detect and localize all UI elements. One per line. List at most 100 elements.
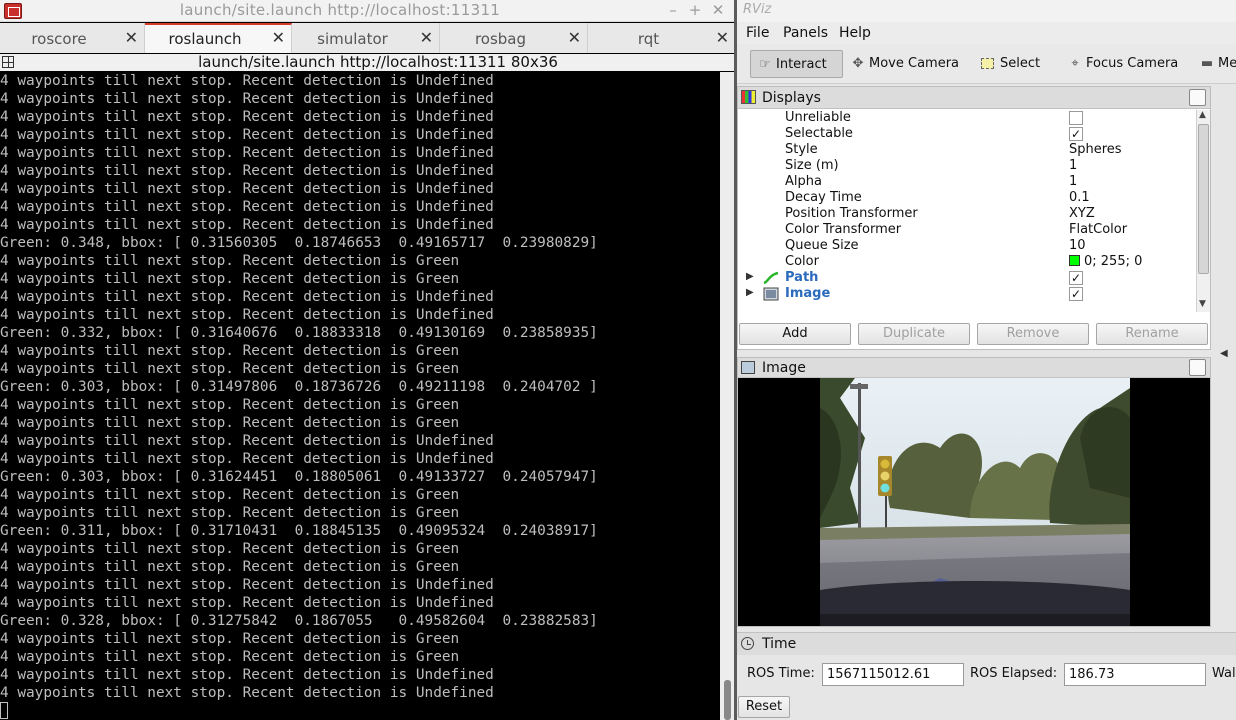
ros-elapsed-field[interactable]: 186.73 [1064,663,1206,686]
select-tool-button[interactable]: Select [975,50,1055,78]
menu-help[interactable]: Help [839,25,871,41]
property-row[interactable]: Queue Size 10 [738,238,1196,254]
terminal-line: 4 waypoints till next stop. Recent detec… [0,577,494,593]
menu-bar: File Panels Help [737,22,1236,44]
collapse-panel-icon[interactable]: ◀ [1220,348,1228,359]
display-item-image[interactable]: ▶ Image ✓ [738,286,1196,302]
terminal-line: 4 waypoints till next stop. Recent detec… [0,361,460,377]
terminal-line: 4 waypoints till next stop. Recent detec… [0,127,494,143]
add-button[interactable]: Add [739,323,851,345]
property-row[interactable]: Size (m) 1 [738,158,1196,174]
tab-close-icon[interactable]: ✕ [420,28,433,47]
menu-panels[interactable]: Panels [783,25,828,41]
tab-roslaunch[interactable]: roslaunch ✕ [145,23,292,53]
time-panel-title: Time [762,636,797,652]
property-value[interactable]: Spheres [1069,142,1122,157]
terminal-line: 4 waypoints till next stop. Recent detec… [0,649,460,665]
select-box-icon [981,58,994,69]
clock-icon [741,637,754,650]
image-panel-header: Image [738,358,1210,378]
tab-label: rqt [637,30,660,48]
reset-button[interactable]: Reset [738,696,790,718]
time-panel: Time ROS Time: 1567115012.61 ROS Elapsed… [737,632,1236,720]
property-row[interactable]: Position Transformer XYZ [738,206,1196,222]
menu-file[interactable]: File [746,25,769,41]
terminal-line: Green: 0.303, bbox: [ 0.31624451 0.18805… [0,469,598,485]
property-row[interactable]: Style Spheres [738,142,1196,158]
terminal-line: Green: 0.311, bbox: [ 0.31710431 0.18845… [0,523,598,539]
property-value[interactable]: XYZ [1069,206,1095,221]
property-value[interactable]: FlatColor [1069,222,1127,237]
tab-rqt[interactable]: rqt ✕ [588,23,736,53]
panel-undock-button[interactable] [1189,359,1206,376]
property-name: Style [785,142,818,157]
terminal-window-title: launch/site.launch http://localhost:1131… [179,1,501,19]
property-row[interactable]: Alpha 1 [738,174,1196,190]
rviz-window: RViz File Panels Help ☞ Interact ✥ Move … [737,0,1236,720]
terminal-line: 4 waypoints till next stop. Recent detec… [0,109,494,125]
ros-time-label: ROS Time: [747,666,815,681]
duplicate-button[interactable]: Duplicate [858,323,970,345]
property-row[interactable]: Color Transformer FlatColor [738,222,1196,238]
move-icon: ✥ [852,56,864,71]
scroll-up-icon[interactable]: ▲ [1199,110,1206,120]
property-value[interactable]: 1 [1069,174,1077,189]
ros-time-field[interactable]: 1567115012.61 [822,663,964,686]
display-enabled-checkbox[interactable]: ✓ [1069,287,1083,301]
interact-tool-button[interactable]: ☞ Interact [750,50,843,78]
tab-close-icon[interactable]: ✕ [568,28,581,47]
close-icon[interactable]: ✕ [709,1,727,19]
tool-label: Focus Camera [1086,56,1179,71]
scroll-down-icon[interactable]: ▼ [1199,299,1206,309]
terminal-line: Green: 0.328, bbox: [ 0.31275842 0.18670… [0,613,598,629]
property-value[interactable]: 10 [1069,238,1086,253]
path-icon [763,271,779,285]
terminal-line: 4 waypoints till next stop. Recent detec… [0,163,494,179]
tab-simulator[interactable]: simulator ✕ [292,23,440,53]
tab-close-icon[interactable]: ✕ [716,28,729,47]
tab-rosbag[interactable]: rosbag ✕ [440,23,588,53]
property-value[interactable]: 1 [1069,158,1077,173]
property-row[interactable]: Unreliable [738,110,1196,126]
tool-bar: ☞ Interact ✥ Move Camera Select ⌖ Focus … [737,44,1236,84]
rename-button[interactable]: Rename [1096,323,1208,345]
panel-undock-button[interactable] [1189,89,1206,106]
tab-label: roscore [31,30,87,48]
remove-button[interactable]: Remove [977,323,1089,345]
properties-scroll-thumb[interactable] [1198,124,1209,274]
focus-camera-tool-button[interactable]: ⌖ Focus Camera [1061,50,1191,78]
property-name: Position Transformer [785,206,918,221]
terminal-line: 4 waypoints till next stop. Recent detec… [0,667,494,683]
property-value[interactable]: 0.1 [1069,190,1090,205]
move-camera-tool-button[interactable]: ✥ Move Camera [844,50,968,78]
property-row[interactable]: Decay Time 0.1 [738,190,1196,206]
tab-close-icon[interactable]: ✕ [272,28,285,47]
property-checkbox[interactable]: ✓ [1069,127,1083,141]
terminal-lines: 4 waypoints till next stop. Recent detec… [0,72,598,702]
terminal-line: 4 waypoints till next stop. Recent detec… [0,685,494,701]
color-swatch [1069,255,1080,266]
terminal-line: 4 waypoints till next stop. Recent detec… [0,289,494,305]
terminal-output[interactable]: 4 waypoints till next stop. Recent detec… [0,72,720,720]
image-icon [763,287,779,301]
minimize-icon[interactable]: – [664,1,682,19]
property-value[interactable]: 0; 255; 0 [1069,254,1142,269]
expand-arrow-icon[interactable]: ▶ [746,287,754,298]
properties-scrollbar[interactable]: ▲ ▼ [1196,110,1210,312]
terminal-line: 4 waypoints till next stop. Recent detec… [0,145,494,161]
measure-tool-button[interactable]: ▬ Measure [1193,50,1236,78]
terminal-line: 4 waypoints till next stop. Recent detec… [0,397,460,413]
terminal-scroll-thumb[interactable] [724,680,731,720]
expand-arrow-icon[interactable]: ▶ [746,271,754,282]
tab-roscore[interactable]: roscore ✕ [0,23,145,53]
tab-close-icon[interactable]: ✕ [125,28,138,47]
property-row[interactable]: Selectable ✓ [738,126,1196,142]
property-name: Queue Size [785,238,859,253]
rviz-window-title: RViz [743,2,772,17]
terminal-tab-bar: roscore ✕ roslaunch ✕ simulator ✕ rosbag… [0,23,736,53]
display-enabled-checkbox[interactable]: ✓ [1069,271,1083,285]
maximize-icon[interactable]: + [686,1,704,19]
display-item-path[interactable]: ▶ Path ✓ [738,270,1196,286]
property-row[interactable]: Color 0; 255; 0 [738,254,1196,270]
property-checkbox[interactable] [1069,111,1083,125]
